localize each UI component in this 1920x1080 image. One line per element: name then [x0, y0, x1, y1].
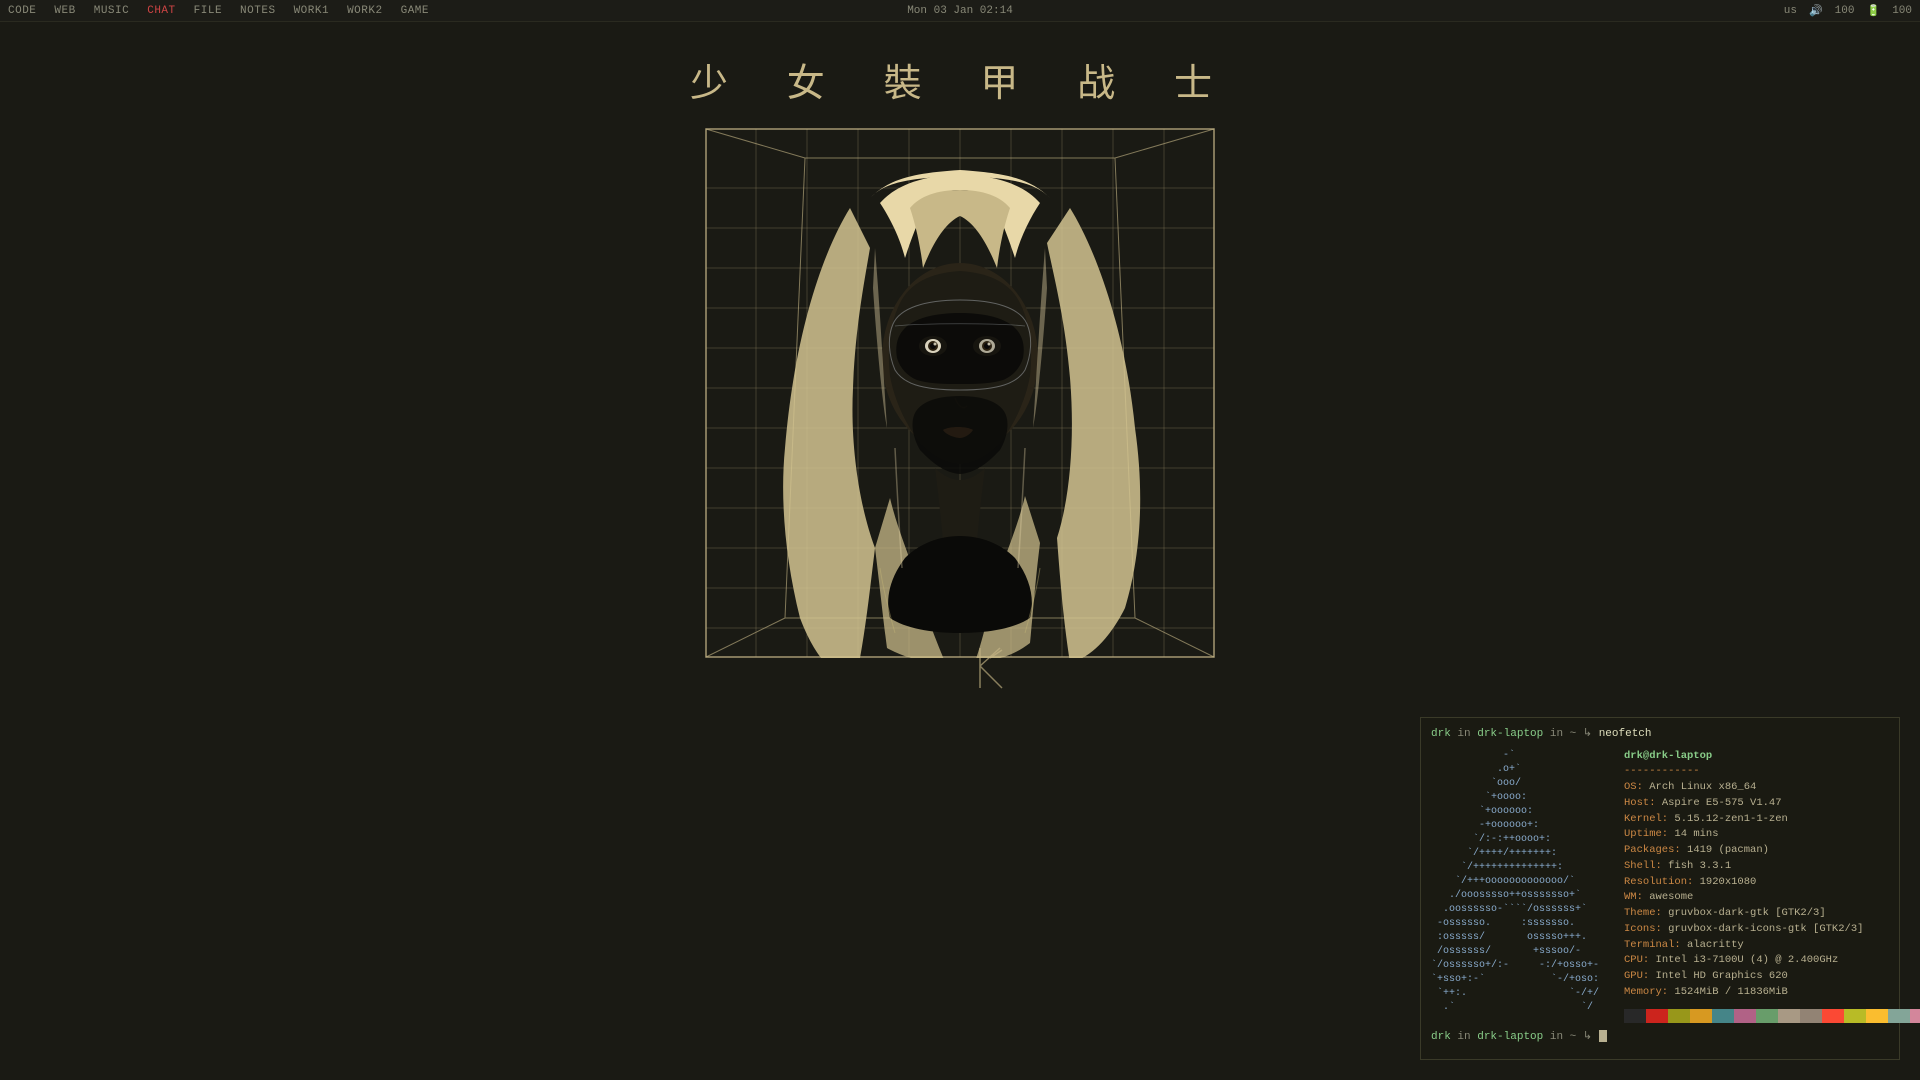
battery-value: 100 [1892, 5, 1912, 17]
sysinfo-row-3: Uptime: 14 mins [1624, 827, 1920, 843]
sysinfo-row-8: Theme: gruvbox-dark-gtk [GTK2/3] [1624, 906, 1920, 922]
color-block-9 [1822, 1009, 1844, 1023]
nav-item-web[interactable]: WEB [54, 5, 75, 17]
locale-label: us [1784, 5, 1797, 17]
color-block-2 [1668, 1009, 1690, 1023]
sysinfo-row-0: OS: Arch Linux x86_64 [1624, 780, 1920, 796]
color-block-12 [1888, 1009, 1910, 1023]
nav-item-work2[interactable]: WORK2 [347, 5, 383, 17]
sysinfo-row-12: GPU: Intel HD Graphics 620 [1624, 969, 1920, 985]
nav-item-music[interactable]: MUSIC [94, 5, 130, 17]
sysinfo-row-4: Packages: 1419 (pacman) [1624, 843, 1920, 859]
nav-item-game[interactable]: GAME [401, 5, 429, 17]
sysinfo: drk@drk-laptop------------OS: Arch Linux… [1624, 749, 1920, 1001]
ascii-art: -` .o+` `ooo/ `+oooo: `+oooooo: -+oooooo… [1431, 749, 1616, 1023]
sysinfo-row-13: Memory: 1524MiB / 11836MiB [1624, 985, 1920, 1001]
color-block-1 [1646, 1009, 1668, 1023]
color-block-0 [1624, 1009, 1646, 1023]
nav-item-file[interactable]: FILE [194, 5, 222, 17]
volume-value: 100 [1835, 5, 1855, 17]
nav-item-chat[interactable]: CHAT [147, 5, 175, 17]
sysinfo-separator: ------------ [1624, 764, 1920, 780]
datetime-display: Mon 03 Jan 02:14 [907, 5, 1013, 17]
sysinfo-row-2: Kernel: 5.15.12-zen1-1-zen [1624, 812, 1920, 828]
portrait-container [705, 128, 1215, 658]
portrait-svg [705, 128, 1215, 658]
nav-item-work1[interactable]: WORK1 [294, 5, 330, 17]
terminal-window: drk in drk-laptop in ~ ↳ neofetch -` .o+… [1420, 717, 1900, 1060]
nav-item-notes[interactable]: NOTES [240, 5, 276, 17]
color-block-4 [1712, 1009, 1734, 1023]
terminal-host2: drk-laptop [1477, 1031, 1543, 1043]
nav-items: CODE WEB MUSIC CHAT FILE NOTES WORK1 WORK2 GAME [8, 5, 447, 17]
color-block-3 [1690, 1009, 1712, 1023]
color-block-13 [1910, 1009, 1920, 1023]
terminal-user2: drk [1431, 1031, 1451, 1043]
nav-item-code[interactable]: CODE [8, 5, 36, 17]
terminal-prompt1: drk in drk-laptop in ~ ↳ neofetch [1431, 726, 1889, 743]
sysinfo-row-9: Icons: gruvbox-dark-icons-gtk [GTK2/3] [1624, 922, 1920, 938]
color-blocks [1624, 1009, 1920, 1023]
sysinfo-row-7: WM: awesome [1624, 890, 1920, 906]
bottom-symbol [960, 638, 1020, 708]
volume-icon: 🔊 [1809, 4, 1823, 18]
kanji-title: 少 女 裝 甲 战 士 [690, 52, 1230, 108]
color-block-11 [1866, 1009, 1888, 1023]
sysinfo-row-6: Resolution: 1920x1080 [1624, 875, 1920, 891]
terminal-cmd: neofetch [1599, 728, 1652, 740]
sysinfo-row-11: CPU: Intel i3-7100U (4) @ 2.400GHz [1624, 953, 1920, 969]
terminal-cursor [1599, 1030, 1607, 1042]
sysinfo-row-5: Shell: fish 3.3.1 [1624, 859, 1920, 875]
color-block-10 [1844, 1009, 1866, 1023]
terminal-prompt2: drk in drk-laptop in ~ ↳ [1431, 1029, 1889, 1046]
sysinfo-username: drk@drk-laptop [1624, 749, 1920, 765]
sysinfo-container: drk@drk-laptop------------OS: Arch Linux… [1624, 749, 1920, 1023]
topbar-right: us 🔊 100 🔋 100 [1784, 4, 1912, 18]
sysinfo-row-10: Terminal: alacritty [1624, 938, 1920, 954]
topbar: CODEWEBMUSICCHATFILENOTESWORK1WORK2GAME … [0, 0, 1920, 22]
terminal-user1: drk [1431, 728, 1451, 740]
color-block-7 [1778, 1009, 1800, 1023]
terminal-body: -` .o+` `ooo/ `+oooo: `+oooooo: -+oooooo… [1431, 749, 1889, 1023]
color-block-8 [1800, 1009, 1822, 1023]
terminal-host1: drk-laptop [1477, 728, 1543, 740]
battery-icon: 🔋 [1866, 4, 1880, 18]
sysinfo-row-1: Host: Aspire E5-575 V1.47 [1624, 796, 1920, 812]
color-block-5 [1734, 1009, 1756, 1023]
color-block-6 [1756, 1009, 1778, 1023]
